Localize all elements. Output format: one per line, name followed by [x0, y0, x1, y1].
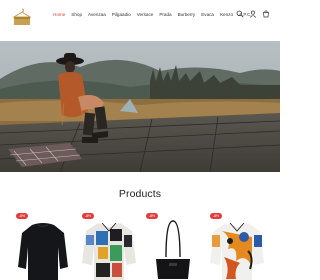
product-card-orange-printed-shirt[interactable]: -8% [208, 209, 266, 280]
main-nav: Home Shop Avenzaa Pilgaadio Versace Prad… [53, 12, 258, 17]
header-actions [236, 10, 270, 18]
discount-badge: -8% [82, 213, 94, 219]
hero-banner[interactable] [0, 41, 280, 172]
nav-burberry[interactable]: Burberry [178, 12, 196, 17]
nav-home[interactable]: Home [53, 12, 65, 17]
discount-badge: -8% [146, 213, 158, 219]
products-heading: Products [118, 188, 162, 200]
nav-prada[interactable]: Prada [159, 12, 171, 17]
shoulder-bag-image [156, 220, 190, 279]
site-header: Home Shop Avenzaa Pilgaadio Versace Prad… [0, 0, 280, 34]
nav-avenzaa[interactable]: Avenzaa [88, 12, 106, 17]
black-sweater-image [18, 223, 68, 280]
nav-versace[interactable]: Versace [137, 12, 154, 17]
discount-badge: -8% [16, 213, 28, 219]
hero-image [0, 41, 280, 172]
nav-evaca[interactable]: Evaca [201, 12, 214, 17]
nav-kenzo[interactable]: Kenzo [220, 12, 233, 17]
printed-shirt-image [82, 222, 136, 280]
product-grid: -8% -8% -8% -8% [14, 209, 270, 280]
orange-printed-shirt-image [210, 222, 264, 280]
product-card-printed-shirt[interactable]: -8% [80, 209, 138, 280]
nav-shop[interactable]: Shop [71, 12, 82, 17]
search-icon[interactable] [236, 10, 244, 18]
product-card-black-sweater[interactable]: -8% [14, 209, 72, 280]
cart-icon[interactable] [262, 10, 270, 18]
discount-badge: -8% [210, 213, 222, 219]
hanger-box-logo-icon[interactable] [11, 6, 33, 28]
product-card-shoulder-bag[interactable]: -8% [144, 209, 202, 280]
nav-pilgaadio[interactable]: Pilgaadio [112, 12, 131, 17]
user-icon[interactable] [249, 10, 257, 18]
